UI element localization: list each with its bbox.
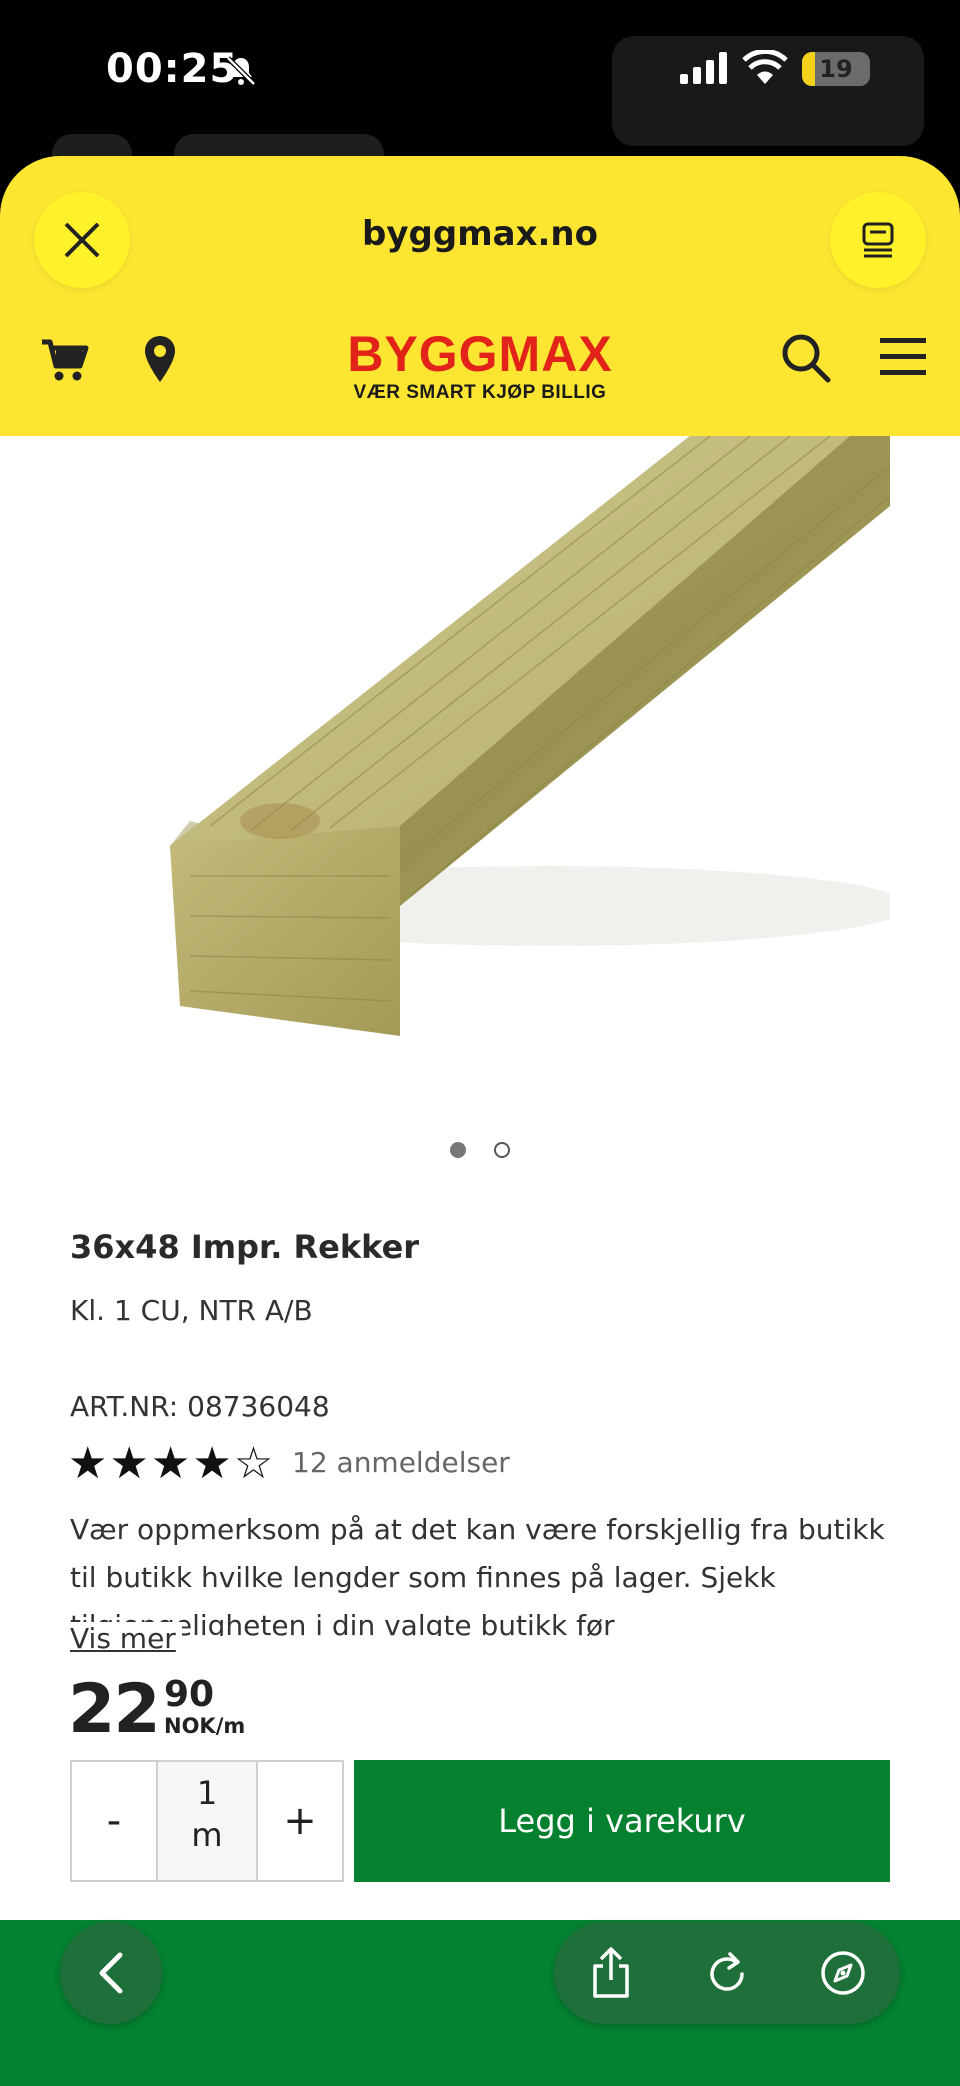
rating-stars[interactable]: ★★★★☆ [68, 1438, 275, 1489]
product-page: 36x48 Impr. Rekker Kl. 1 CU, NTR A/B ART… [0, 436, 960, 1920]
search-icon[interactable] [780, 332, 832, 384]
browser-toolbar [0, 1920, 960, 2086]
url-label[interactable]: byggmax.no [0, 214, 960, 254]
reload-button[interactable] [700, 1946, 754, 2000]
battery-percent: 19 [819, 55, 853, 83]
reload-icon [710, 1952, 744, 1991]
logo-tagline: VÆR SMART KJØP BILLIG [353, 382, 607, 403]
share-icon [593, 1947, 629, 1998]
location-pin-icon[interactable] [142, 334, 178, 384]
clock: 00:25 [106, 46, 239, 92]
logo-wordmark: BYGGMAX [347, 326, 613, 382]
product-title: 36x48 Impr. Rekker [70, 1228, 420, 1266]
wifi-icon [742, 50, 788, 84]
product-description: Vær oppmerksom på at det kan være forskj… [70, 1513, 885, 1636]
share-button[interactable] [584, 1946, 638, 2000]
price-integer: 22 [68, 1670, 161, 1749]
compass-button[interactable] [816, 1946, 870, 2000]
back-icon [99, 1952, 123, 1994]
cellular-signal-icon [680, 52, 727, 84]
quantity-decrease-button[interactable]: - [70, 1760, 158, 1882]
site-header: byggmax.no BYGGMAX VÆR SMART KJØP BILLIG [0, 156, 960, 436]
gallery-pagination [0, 1142, 960, 1162]
review-count[interactable]: 12 anmeldelser [292, 1446, 510, 1479]
product-image[interactable] [150, 436, 890, 1056]
price-unit: NOK/m [164, 1714, 246, 1738]
show-more-link[interactable]: Vis mer [70, 1622, 182, 1655]
add-to-cart-button[interactable]: Legg i varekurv [354, 1760, 890, 1882]
quantity-value: 1 [196, 1774, 218, 1812]
reader-icon [862, 222, 894, 258]
cart-icon[interactable] [40, 336, 90, 386]
article-number: ART.NR: 08736048 [70, 1390, 330, 1423]
menu-icon[interactable] [878, 336, 928, 378]
price-decimals: 90 [164, 1674, 215, 1715]
gallery-dot-1[interactable] [450, 1142, 466, 1158]
reader-button[interactable] [830, 192, 926, 288]
toolbar-actions [554, 1922, 900, 2024]
compass-icon [821, 1951, 865, 1995]
bell-slash-icon [226, 56, 256, 86]
gallery-dot-2[interactable] [494, 1142, 510, 1158]
back-button[interactable] [60, 1922, 162, 2024]
quantity-input[interactable]: 1 m [158, 1760, 256, 1882]
product-subtitle: Kl. 1 CU, NTR A/B [70, 1294, 313, 1327]
quantity-increase-button[interactable]: + [256, 1760, 344, 1882]
status-bar: 00:25 19 [0, 0, 960, 174]
byggmax-logo[interactable]: BYGGMAX VÆR SMART KJØP BILLIG [300, 328, 660, 404]
quantity-unit: m [191, 1816, 223, 1854]
battery-indicator: 19 [802, 52, 870, 86]
